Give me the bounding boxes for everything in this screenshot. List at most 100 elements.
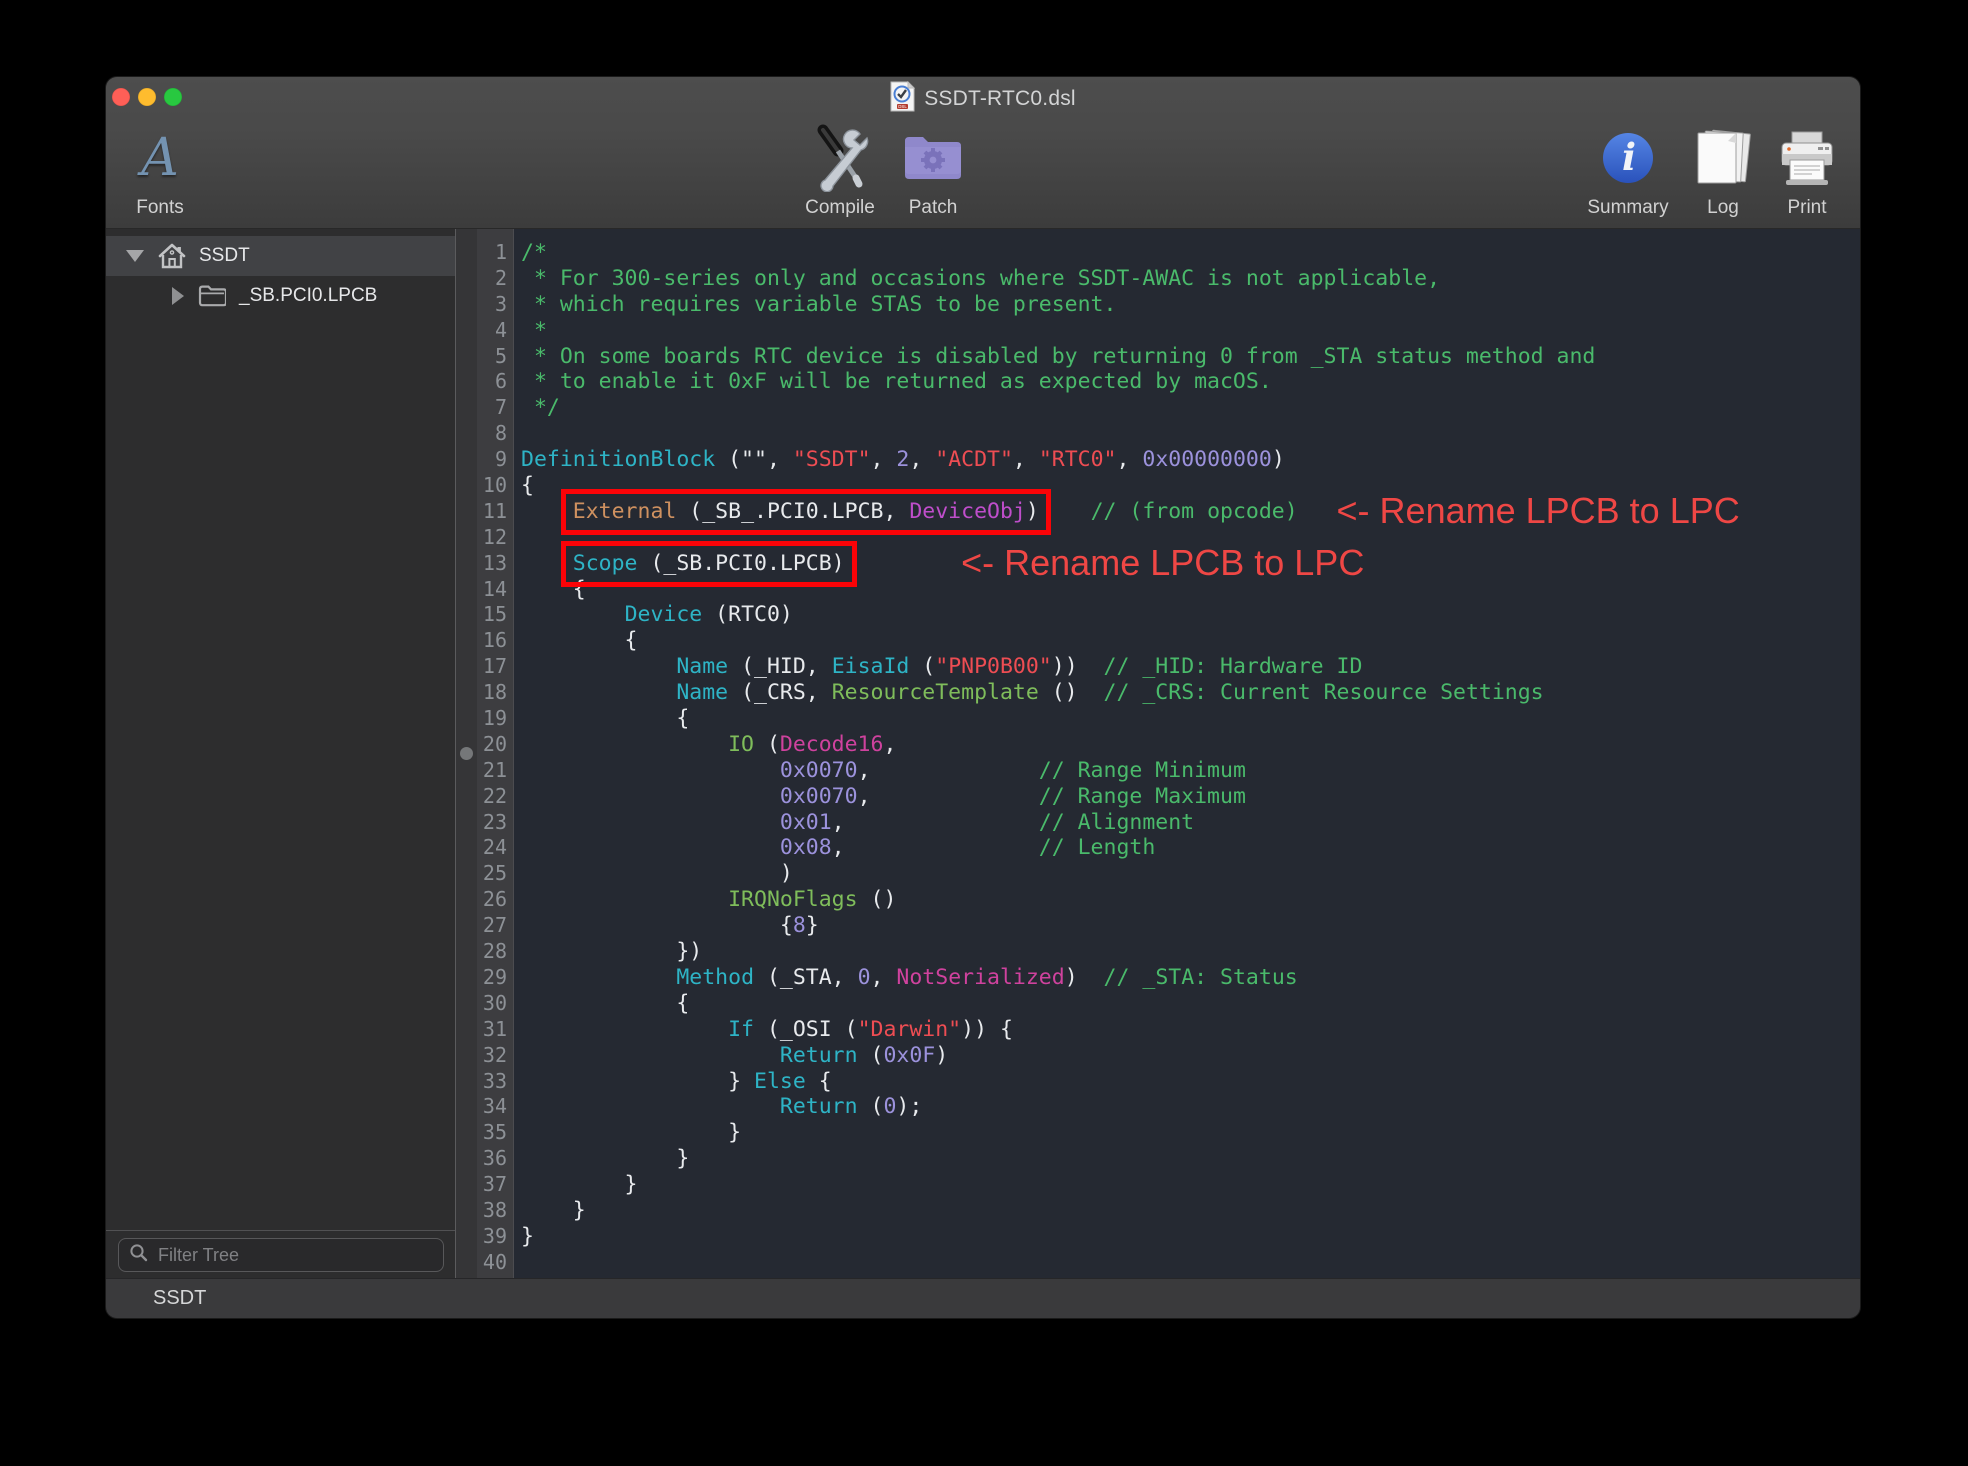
code-line[interactable]: Return (0); [521, 1094, 1860, 1120]
code-line[interactable]: /* [521, 240, 1860, 266]
code-segment: , [883, 732, 896, 757]
rename-annotation: <- Rename LPCB to LPC [961, 546, 1364, 572]
code-line[interactable]: If (_OSI ("Darwin")) { [521, 1017, 1860, 1043]
code-segment: ) [1026, 499, 1039, 524]
code-segment: ) [1065, 965, 1104, 990]
desktop: { "window": { "title": "SSDT-RTC0.dsl" }… [0, 0, 1968, 1466]
compile-icon [808, 124, 872, 192]
patch-button[interactable]: Patch [868, 121, 998, 221]
rename-annotation: <- Rename LPCB to LPC [1337, 494, 1740, 520]
code-segment: (_STA, [754, 965, 858, 990]
code-line[interactable]: 0x0070, // Range Maximum [521, 784, 1860, 810]
code-segment: }) [521, 939, 702, 964]
code-line[interactable]: } [521, 1146, 1860, 1172]
tree-item-ssdt[interactable]: SSDT [106, 236, 455, 276]
summary-info-icon: i [1602, 132, 1654, 184]
line-number-gutter: 1234567891011121314151617181920212223242… [477, 229, 514, 1279]
code-segment: 0x0F [883, 1043, 935, 1068]
line-number: 18 [477, 680, 513, 706]
code-segment: 8 [793, 913, 806, 938]
code-line[interactable]: }) [521, 939, 1860, 965]
code-line[interactable]: } [521, 1120, 1860, 1146]
print-button[interactable]: Print [1742, 121, 1860, 221]
code-line[interactable]: { [521, 628, 1860, 654]
code-segment: ( [754, 732, 780, 757]
code-area[interactable]: /* * For 300-series only and occasions w… [514, 229, 1860, 1279]
fonts-button[interactable]: A Fonts [106, 121, 225, 221]
line-number: 26 [477, 887, 513, 913]
code-segment: { [521, 473, 534, 498]
code-line[interactable]: */ [521, 395, 1860, 421]
code-segment [521, 680, 676, 705]
code-line[interactable]: Name (_HID, EisaId ("PNP0B00")) // _HID:… [521, 654, 1860, 680]
code-line[interactable]: * For 300-series only and occasions wher… [521, 266, 1860, 292]
patch-label: Patch [909, 195, 958, 221]
code-segment: ( [909, 654, 935, 679]
sidebar-splitter[interactable] [456, 229, 477, 1279]
code-line[interactable]: {8} [521, 913, 1860, 939]
line-number: 2 [477, 266, 513, 292]
code-segment: 0x0070 [780, 784, 858, 809]
code-segment: , [832, 810, 1039, 835]
code-line[interactable]: * to enable it 0xF will be returned as e… [521, 369, 1860, 395]
code-line[interactable]: 0x0070, // Range Minimum [521, 758, 1860, 784]
code-line[interactable]: * On some boards RTC device is disabled … [521, 344, 1860, 370]
window-title: SSDT-RTC0.dsl [924, 87, 1076, 111]
filter-field[interactable] [118, 1238, 444, 1272]
code-line[interactable] [521, 421, 1860, 447]
tree-item-lpcb[interactable]: _SB.PCI0.LPCB [106, 276, 455, 316]
code-line[interactable]: } [521, 1224, 1860, 1250]
code-segment: , [871, 447, 897, 472]
code-line[interactable]: 0x01, // Alignment [521, 810, 1860, 836]
code-segment: Device [625, 602, 703, 627]
code-line[interactable]: Scope (_SB.PCI0.LPCB) <- Rename LPCB to … [521, 551, 1860, 577]
code-segment [845, 551, 962, 576]
code-line[interactable]: Method (_STA, 0, NotSerialized) // _STA:… [521, 965, 1860, 991]
code-segment: , [909, 447, 935, 472]
splitter-handle[interactable] [460, 747, 473, 760]
code-segment: } [521, 1198, 586, 1223]
fonts-label: Fonts [136, 195, 184, 221]
code-segment: */ [521, 395, 560, 420]
patch-icon [902, 133, 964, 183]
code-line[interactable]: IRQNoFlags () [521, 887, 1860, 913]
code-line[interactable]: Device (RTC0) [521, 602, 1860, 628]
main-content: SSDT _SB.PCI0.LPCB [106, 229, 1860, 1279]
tree-item-label: SSDT [199, 245, 250, 267]
code-segment: Return [780, 1043, 858, 1068]
code-segment: Name [676, 680, 728, 705]
code-line[interactable]: IO (Decode16, [521, 732, 1860, 758]
filter-tree-input[interactable] [156, 1244, 420, 1267]
code-line[interactable]: } Else { [521, 1069, 1860, 1095]
code-segment: (RTC0) [702, 602, 793, 627]
code-line[interactable]: Name (_CRS, ResourceTemplate () // _CRS:… [521, 680, 1860, 706]
code-segment: 0 [883, 1094, 896, 1119]
code-line[interactable] [521, 1250, 1860, 1276]
code-segment: )) { [961, 1017, 1013, 1042]
ssdt-tree: SSDT _SB.PCI0.LPCB [106, 229, 455, 316]
code-segment: (_HID, [728, 654, 832, 679]
code-line[interactable]: * [521, 318, 1860, 344]
code-line[interactable]: DefinitionBlock ("", "SSDT", 2, "ACDT", … [521, 447, 1860, 473]
code-line[interactable]: * which requires variable STAS to be pre… [521, 292, 1860, 318]
code-line[interactable]: External (_SB_.PCI0.LPCB, DeviceObj) // … [521, 499, 1860, 525]
code-line[interactable]: } [521, 1198, 1860, 1224]
code-line[interactable]: { [521, 991, 1860, 1017]
print-icon [1778, 130, 1836, 186]
code-segment: Decode16 [780, 732, 884, 757]
code-line[interactable]: } [521, 1172, 1860, 1198]
code-line[interactable]: { [521, 706, 1860, 732]
code-segment: // _CRS: Current Resource Settings [1104, 680, 1544, 705]
disclosure-right-icon[interactable] [172, 287, 184, 305]
code-segment: 0x01 [780, 810, 832, 835]
window-header: DSL SSDT-RTC0.dsl A Fonts [106, 77, 1860, 229]
code-segment: IRQNoFlags [728, 887, 857, 912]
code-line[interactable]: Return (0x0F) [521, 1043, 1860, 1069]
disclosure-down-icon[interactable] [126, 250, 144, 262]
line-number: 3 [477, 292, 513, 318]
code-segment: External [573, 499, 677, 524]
code-line[interactable]: ) [521, 861, 1860, 887]
compile-label: Compile [805, 195, 875, 221]
line-number: 22 [477, 784, 513, 810]
code-line[interactable]: 0x08, // Length [521, 835, 1860, 861]
